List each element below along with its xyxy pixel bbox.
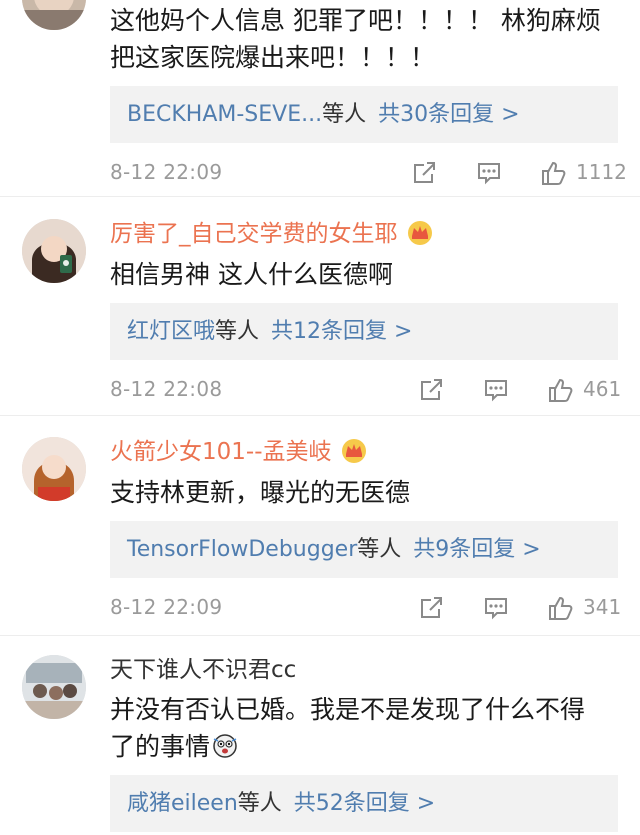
comment-item: 天下谁人不识君cc 并没有否认已婚。我是不是发现了什么不得 了的事情 咸猪eil… bbox=[0, 636, 640, 835]
reply-summary[interactable]: BECKHAM-SEVE...等人 共30条回复 > bbox=[110, 86, 618, 143]
comment-text-line: 支持林更新，曝光的无医德 bbox=[110, 478, 411, 507]
comment-text-line: 相信男神 这人什么医德啊 bbox=[110, 260, 393, 289]
comment-text: 并没有否认已婚。我是不是发现了什么不得 了的事情 bbox=[110, 691, 610, 765]
crown-icon bbox=[406, 219, 434, 245]
comment-text-line: 这他妈个人信息 犯罪了吧！！！！ 林狗麻烦 bbox=[110, 6, 601, 35]
reply-suffix: 等人 bbox=[357, 537, 402, 562]
reply-summary[interactable]: 红灯区哦等人 共12条回复 > bbox=[110, 303, 618, 360]
thumbs-up-icon[interactable] bbox=[547, 376, 575, 404]
reply-count-link[interactable]: 共9条回复 > bbox=[413, 537, 540, 562]
comment-text: 支持林更新，曝光的无医德 bbox=[110, 474, 610, 511]
reply-summary[interactable]: 咸猪eileen等人 共52条回复 > bbox=[110, 775, 618, 832]
comment-item: 这他妈个人信息 犯罪了吧！！！！ 林狗麻烦 把这家医院爆出来吧！！！！ BECK… bbox=[0, 0, 640, 197]
comment-item: 厉害了_自己交学费的女生耶 相信男神 这人什么医德啊 红灯区哦等人 共12条回复 … bbox=[0, 197, 640, 416]
comment-actions: 8-12 22:09 1112 bbox=[110, 157, 627, 191]
scared-face-emoji bbox=[212, 732, 238, 758]
comment-text: 这他妈个人信息 犯罪了吧！！！！ 林狗麻烦 把这家医院爆出来吧！！！！ bbox=[110, 2, 610, 76]
timestamp: 8-12 22:09 bbox=[110, 160, 223, 184]
comment-text-line: 把这家医院爆出来吧！！！！ bbox=[110, 43, 436, 72]
comment-icon[interactable] bbox=[482, 376, 510, 404]
avatar[interactable] bbox=[22, 0, 86, 30]
avatar[interactable] bbox=[22, 655, 86, 719]
comment-text: 相信男神 这人什么医德啊 bbox=[110, 256, 610, 293]
reply-suffix: 等人 bbox=[215, 319, 260, 344]
share-icon[interactable] bbox=[410, 159, 438, 187]
reply-count-link[interactable]: 共12条回复 > bbox=[271, 319, 412, 344]
reply-names[interactable]: 咸猪eileen bbox=[127, 791, 238, 816]
comment-text-line: 并没有否认已婚。我是不是发现了什么不得 bbox=[110, 695, 586, 724]
like-count: 1112 bbox=[576, 160, 627, 184]
comment-actions: 8-12 22:09 341 bbox=[110, 592, 622, 626]
username-text[interactable]: 厉害了_自己交学费的女生耶 bbox=[110, 221, 398, 247]
reply-count-link[interactable]: 共52条回复 > bbox=[294, 791, 435, 816]
avatar[interactable] bbox=[22, 437, 86, 501]
share-icon[interactable] bbox=[417, 376, 445, 404]
username[interactable]: 厉害了_自己交学费的女生耶 bbox=[110, 219, 434, 249]
timestamp: 8-12 22:08 bbox=[110, 377, 223, 401]
reply-summary[interactable]: TensorFlowDebugger等人 共9条回复 > bbox=[110, 521, 618, 578]
thumbs-up-icon[interactable] bbox=[547, 594, 575, 622]
reply-names[interactable]: 红灯区哦 bbox=[127, 319, 215, 344]
comment-text-fragment: 了的事情 bbox=[110, 732, 211, 761]
thumbs-up-icon[interactable] bbox=[540, 159, 568, 187]
username[interactable]: 天下谁人不识君cc bbox=[110, 655, 296, 685]
reply-names[interactable]: TensorFlowDebugger bbox=[127, 537, 357, 562]
like-count: 341 bbox=[583, 595, 622, 619]
like-count: 461 bbox=[583, 377, 622, 401]
share-icon[interactable] bbox=[417, 594, 445, 622]
reply-count-link[interactable]: 共30条回复 > bbox=[378, 102, 519, 127]
reply-suffix: 等人 bbox=[322, 102, 367, 127]
crown-icon bbox=[340, 437, 368, 463]
comment-icon[interactable] bbox=[475, 159, 503, 187]
username[interactable]: 火箭少女101--孟美岐 bbox=[110, 437, 368, 467]
comment-icon[interactable] bbox=[482, 594, 510, 622]
reply-names[interactable]: BECKHAM-SEVE... bbox=[127, 102, 322, 127]
reply-suffix: 等人 bbox=[237, 791, 282, 816]
comment-text-line: 了的事情 bbox=[110, 728, 610, 765]
username-text[interactable]: 火箭少女101--孟美岐 bbox=[110, 439, 332, 465]
timestamp: 8-12 22:09 bbox=[110, 595, 223, 619]
avatar[interactable] bbox=[22, 219, 86, 283]
comment-actions: 8-12 22:08 461 bbox=[110, 374, 622, 408]
comment-item: 火箭少女101--孟美岐 支持林更新，曝光的无医德 TensorFlowDebu… bbox=[0, 416, 640, 636]
username-text[interactable]: 天下谁人不识君cc bbox=[110, 657, 296, 683]
